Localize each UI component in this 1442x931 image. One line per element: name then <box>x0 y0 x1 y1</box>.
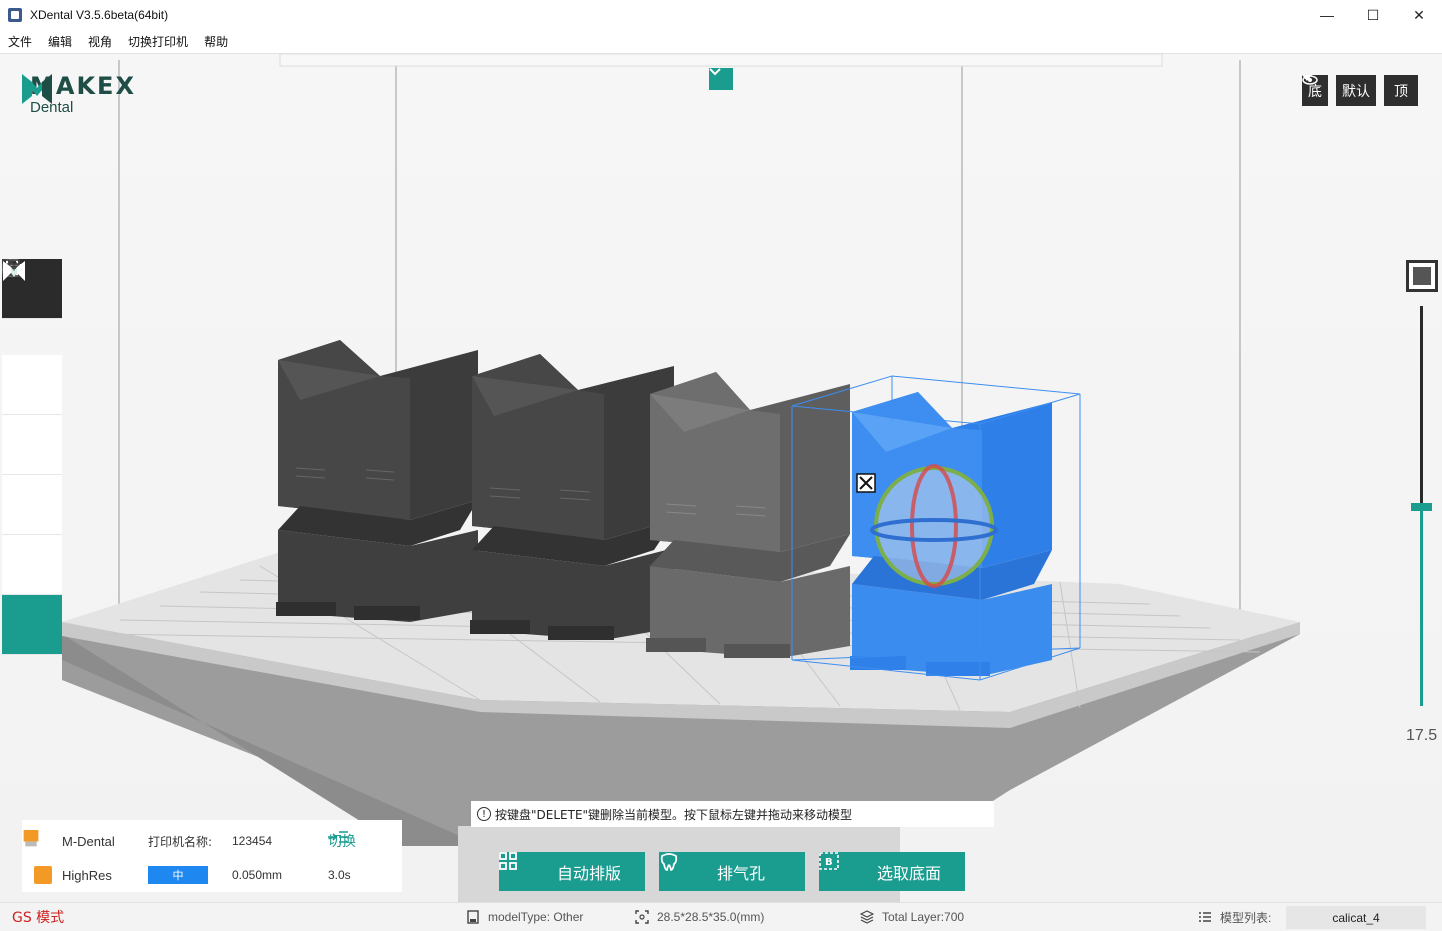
model-type-status: modelType: Other <box>466 910 583 924</box>
layer-view-toggle[interactable] <box>1406 260 1438 292</box>
cat-model-1[interactable] <box>276 340 478 622</box>
quality-indicator: 中 <box>148 866 208 884</box>
tooth-icon <box>660 853 691 883</box>
makex-logo-icon <box>22 74 52 104</box>
model-list-status: 模型列表: <box>1198 909 1271 926</box>
view-top-dropdown[interactable]: 顶 <box>1302 75 1418 106</box>
move-handle-icon[interactable] <box>856 473 876 493</box>
select-base-icon: B <box>819 852 851 883</box>
total-layer-status: Total Layer:700 <box>860 910 964 924</box>
menu-bar: 文件 编辑 视角 切换打印机 帮助 <box>0 30 1442 54</box>
view-default-button[interactable]: 默认 <box>1336 75 1376 106</box>
layer-slider-track-upper[interactable] <box>1420 306 1423 506</box>
profile-swatch <box>34 866 52 884</box>
layer-height-value: 0.050mm <box>232 868 283 882</box>
layer-slider-value: 17.5 <box>1406 727 1438 744</box>
view-top-label: 顶 <box>1394 83 1408 100</box>
printer-info-row-2: HighRes 中 0.050mm 3.0s <box>22 860 402 890</box>
menu-help[interactable]: 帮助 <box>196 33 236 50</box>
view-buttons: 底 默认 顶 <box>1302 75 1418 106</box>
auto-layout-label: 自动排版 <box>557 863 622 883</box>
collapse-toggle-button[interactable] <box>709 68 733 90</box>
printer-icon <box>23 830 39 847</box>
rotate-button[interactable] <box>2 259 62 535</box>
left-toolbar <box>2 259 62 655</box>
maximize-button[interactable]: ☐ <box>1350 0 1396 30</box>
gs-mode-indicator: GS 模式 <box>12 910 65 926</box>
total-layer-text: Total Layer:700 <box>882 910 965 924</box>
printer-name-value: 123454 <box>232 834 273 848</box>
caret-down-icon <box>1302 75 1312 81</box>
info-icon: ! <box>477 807 491 821</box>
printer-info-panel: M-Dental 打印机名称: 123454 切换 HighRes 中 0.05… <box>22 820 402 892</box>
switch-icon <box>328 831 348 843</box>
layer-slider-track-lower[interactable] <box>1420 506 1423 706</box>
minimize-button[interactable]: — <box>1304 0 1350 30</box>
cat-model-2[interactable] <box>470 354 674 640</box>
layer-slider-handle[interactable] <box>1411 503 1432 511</box>
printer-name-label: 打印机名称: <box>148 834 213 849</box>
chevron-down-icon <box>709 68 721 76</box>
vent-hole-label: 排气孔 <box>717 863 766 883</box>
model-list-label: 模型列表: <box>1220 910 1272 925</box>
close-button[interactable]: ✕ <box>1396 0 1442 30</box>
menu-edit[interactable]: 编辑 <box>40 33 80 50</box>
switch-printer-button[interactable]: 切换 <box>328 831 356 851</box>
dimensions-status: 28.5*28.5*35.0(mm) <box>635 910 764 924</box>
vent-hole-button[interactable]: 排气孔 <box>659 852 805 891</box>
auto-layout-button[interactable]: 自动排版 <box>499 852 645 891</box>
menu-view[interactable]: 视角 <box>80 33 120 50</box>
model-type-text: modelType: Other <box>488 910 584 924</box>
window-title: XDental V3.5.6beta(64bit) <box>30 8 169 22</box>
printer-info-row-1: M-Dental 打印机名称: 123454 切换 <box>22 826 402 856</box>
grid-icon <box>499 852 531 883</box>
menu-switch-printer[interactable]: 切换打印机 <box>120 33 196 50</box>
makex-icon <box>3 261 25 281</box>
operation-hint: ! 按键盘"DELETE"键删除当前模型。按下鼠标左键并拖动来移动模型 <box>471 801 994 827</box>
title-bar: XDental V3.5.6beta(64bit) — ☐ ✕ <box>0 0 1442 30</box>
material-name: M-Dental <box>62 833 115 849</box>
makex-tool-button[interactable] <box>2 261 62 655</box>
svg-text:B: B <box>825 857 833 868</box>
menu-file[interactable]: 文件 <box>0 33 40 50</box>
makex-logo: MAKEX Dental <box>22 74 136 118</box>
dimensions-icon <box>635 910 649 924</box>
support-button[interactable] <box>2 259 62 595</box>
profile-name: HighRes <box>62 867 112 883</box>
dimensions-text: 28.5*28.5*35.0(mm) <box>657 910 765 924</box>
exposure-time-value: 3.0s <box>328 868 351 882</box>
scene-canvas[interactable] <box>0 54 1442 902</box>
layout-button[interactable] <box>2 259 62 475</box>
app-icon <box>8 8 22 22</box>
status-bar: GS 模式 modelType: Other 28.5*28.5*35.0(mm… <box>0 902 1442 931</box>
hint-text: 按键盘"DELETE"键删除当前模型。按下鼠标左键并拖动来移动模型 <box>495 807 853 822</box>
add-model-button[interactable] <box>2 260 62 415</box>
list-icon <box>1199 912 1211 922</box>
select-base-button[interactable]: B 选取底面 <box>819 852 965 891</box>
window-controls: — ☐ ✕ <box>1304 0 1442 30</box>
cat-model-3[interactable] <box>646 372 850 658</box>
3d-viewport[interactable]: MAKEX Dental 底 默认 顶 17.5 ! 按键盘"DELETE"键删… <box>0 54 1442 902</box>
model-list-select[interactable]: calicat_4 <box>1286 906 1426 929</box>
layers-icon <box>860 910 874 924</box>
model-type-icon <box>467 910 479 924</box>
select-base-label: 选取底面 <box>877 863 942 883</box>
